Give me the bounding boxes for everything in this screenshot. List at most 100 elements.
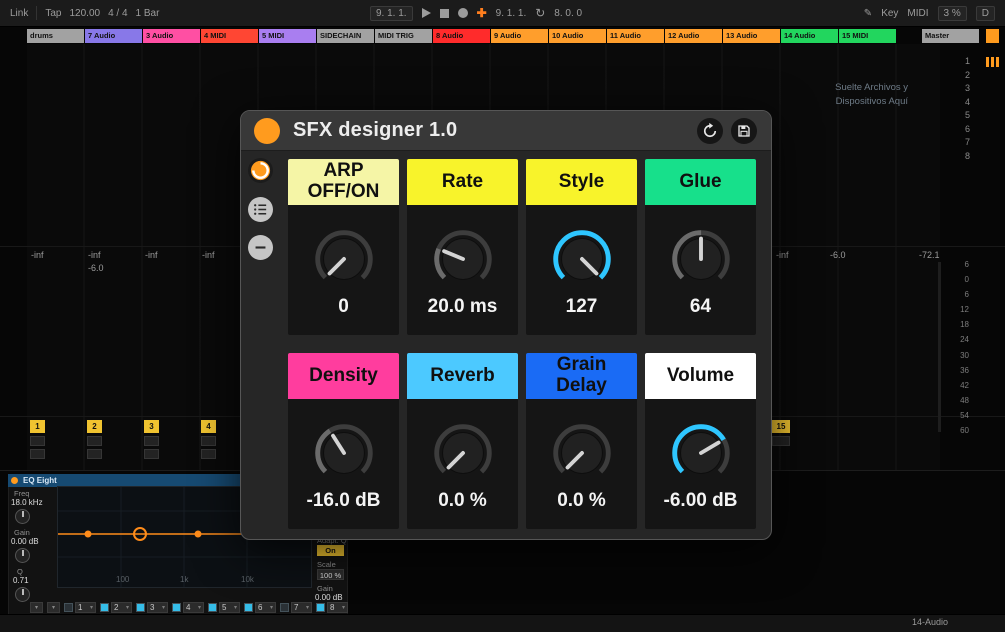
band-select[interactable]: 3 ▾	[147, 602, 168, 613]
track-header[interactable]: 9 Audio	[491, 29, 548, 43]
arrangement-position-field[interactable]: 9. 1. 1.	[370, 5, 413, 21]
macro-knob[interactable]	[307, 416, 381, 490]
band-activator[interactable]	[316, 603, 325, 612]
track-activator[interactable]: 3	[144, 420, 159, 433]
scene-slot[interactable]: 2	[948, 70, 970, 80]
loop-start-field[interactable]: 9. 1. 1.	[496, 8, 527, 19]
reload-button[interactable]	[697, 118, 723, 144]
band-activator[interactable]	[244, 603, 253, 612]
band-activator[interactable]	[172, 603, 181, 612]
loop-length-field[interactable]: 8. 0. 0	[554, 8, 582, 19]
band-activator[interactable]	[100, 603, 109, 612]
eq-q-value[interactable]: 0.71	[13, 576, 29, 585]
band-activator[interactable]	[208, 603, 217, 612]
scene-slot[interactable]: 7	[948, 137, 970, 147]
arm-button[interactable]	[144, 449, 159, 459]
parameter-list-button[interactable]	[248, 197, 273, 222]
track-header[interactable]: 3 Audio	[143, 29, 200, 43]
link-button[interactable]: Link	[10, 8, 28, 19]
track-header[interactable]: MIDI TRIG	[375, 29, 432, 43]
device-on-toggle[interactable]	[11, 477, 18, 484]
time-signature-field[interactable]: 4 / 4	[108, 8, 127, 19]
band-mode-menu[interactable]: ▾	[47, 602, 60, 613]
track-header[interactable]: 7 Audio	[85, 29, 142, 43]
solo-button[interactable]	[201, 436, 216, 446]
track-header[interactable]: 15 MIDI	[839, 29, 896, 43]
tap-tempo-button[interactable]: Tap	[45, 8, 61, 19]
band-activator[interactable]	[64, 603, 73, 612]
track-header[interactable]: 14 Audio	[781, 29, 838, 43]
track-volume-value[interactable]: -6.0	[88, 263, 104, 273]
eq-band-node[interactable]	[84, 530, 92, 538]
track-header[interactable]: SIDECHAIN	[317, 29, 374, 43]
eq-scale-field[interactable]: 100 %	[317, 569, 344, 580]
loop-icon[interactable]: ↻	[535, 6, 545, 20]
band-activator[interactable]	[136, 603, 145, 612]
solo-button[interactable]	[144, 436, 159, 446]
track-header[interactable]: 8 Audio	[433, 29, 490, 43]
macro-knob[interactable]	[307, 222, 381, 296]
master-track-header[interactable]: Master	[922, 29, 979, 43]
crossfade-assign[interactable]: D	[975, 5, 995, 21]
eq-band-node[interactable]	[194, 530, 202, 538]
arm-button[interactable]	[201, 449, 216, 459]
track-header[interactable]: drums	[27, 29, 84, 43]
macro-knob[interactable]	[426, 416, 500, 490]
track-header[interactable]: 4 MIDI	[201, 29, 258, 43]
arm-button[interactable]	[87, 449, 102, 459]
macro-knob[interactable]	[664, 416, 738, 490]
scene-slot[interactable]: 1	[948, 56, 970, 66]
track-header[interactable]: 12 Audio	[665, 29, 722, 43]
band-mode-menu[interactable]: ▾	[30, 602, 43, 613]
macro-knob[interactable]	[664, 222, 738, 296]
eq-freq-knob[interactable]	[15, 509, 30, 524]
key-map-button[interactable]: Key	[881, 8, 898, 19]
tempo-field[interactable]: 120.00	[69, 8, 100, 19]
scene-slot[interactable]: 5	[948, 110, 970, 120]
band-select[interactable]: 4 ▾	[183, 602, 204, 613]
arm-button[interactable]	[30, 449, 45, 459]
solo-button[interactable]	[772, 436, 790, 446]
track-header[interactable]: 10 Audio	[549, 29, 606, 43]
save-button[interactable]	[731, 118, 757, 144]
eq-gain-knob[interactable]	[15, 548, 30, 563]
track-activator[interactable]: 4	[201, 420, 216, 433]
band-select[interactable]: 2 ▾	[111, 602, 132, 613]
band-select[interactable]: 8 ▾	[327, 602, 348, 613]
macro-knob[interactable]	[545, 416, 619, 490]
macro-knob[interactable]	[426, 222, 500, 296]
draw-mode-icon[interactable]: ✎	[864, 8, 872, 19]
eq-freq-value[interactable]: 18.0 kHz	[11, 498, 43, 507]
scene-slot[interactable]: 4	[948, 97, 970, 107]
track-activator[interactable]: 15	[772, 420, 790, 433]
scene-slot[interactable]: 3	[948, 83, 970, 93]
track-header[interactable]: 13 Audio	[723, 29, 780, 43]
eq-gain-value[interactable]: 0.00 dB	[11, 537, 39, 546]
track-activator[interactable]: 1	[30, 420, 45, 433]
fold-button[interactable]	[248, 235, 273, 260]
scene-slot[interactable]: 6	[948, 124, 970, 134]
quantize-menu[interactable]: 1 Bar	[136, 8, 160, 19]
eq-output-gain-value[interactable]: 0.00 dB	[315, 593, 343, 602]
midi-map-button[interactable]: MIDI	[907, 8, 928, 19]
track-header[interactable]: 11 Audio	[607, 29, 664, 43]
band-select[interactable]: 6 ▾	[255, 602, 276, 613]
band-select[interactable]: 7 ▾	[291, 602, 312, 613]
automation-arm-button[interactable]: ✚	[477, 6, 487, 20]
solo-button[interactable]	[87, 436, 102, 446]
track-volume-value[interactable]: -6.0	[830, 250, 846, 260]
track-header[interactable]: 5 MIDI	[259, 29, 316, 43]
record-button[interactable]	[457, 8, 468, 18]
sfx-window-titlebar[interactable]: SFX designer 1.0	[241, 111, 771, 151]
eq-adapt-toggle[interactable]: On	[317, 545, 344, 556]
device-activator-button[interactable]	[248, 158, 273, 183]
stop-button[interactable]	[439, 8, 449, 18]
track-activator[interactable]: 2	[87, 420, 102, 433]
play-button[interactable]	[421, 8, 431, 18]
band-select[interactable]: 5 ▾	[219, 602, 240, 613]
band-select[interactable]: 1 ▾	[75, 602, 96, 613]
band-activator[interactable]	[280, 603, 289, 612]
eq-q-knob[interactable]	[15, 587, 30, 602]
macro-knob[interactable]	[545, 222, 619, 296]
solo-button[interactable]	[30, 436, 45, 446]
